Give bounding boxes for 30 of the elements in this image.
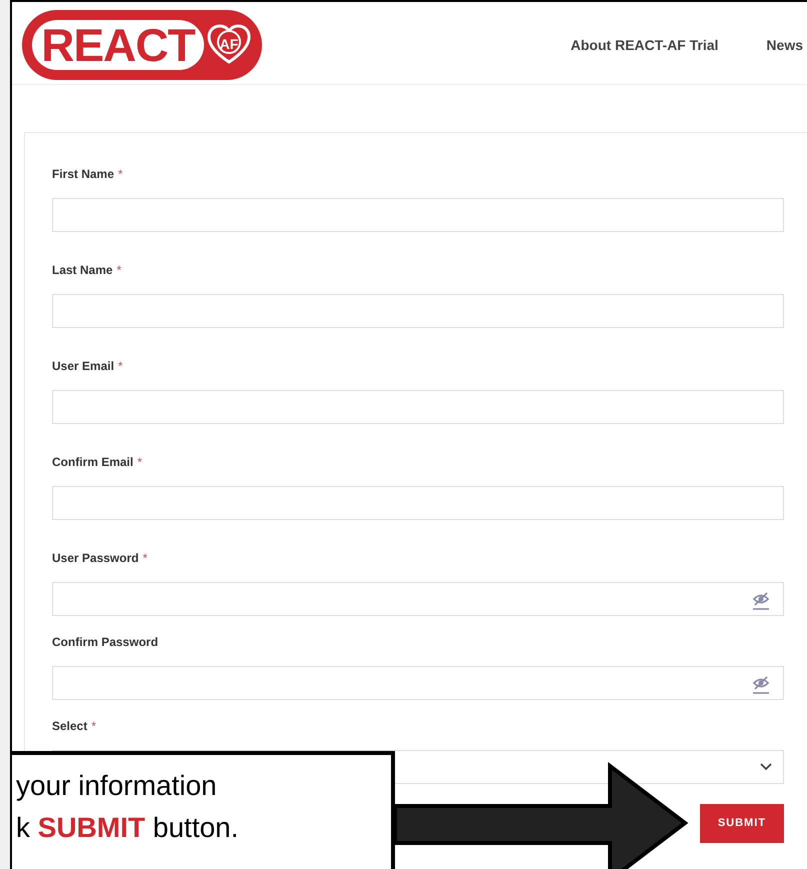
callout-text: your information xyxy=(16,769,218,803)
hide-password-icon[interactable] xyxy=(751,590,771,610)
field-label: Confirm Password xyxy=(52,634,158,651)
logo-label: AF xyxy=(218,36,240,52)
field-label: Select xyxy=(52,718,88,735)
password-field[interactable] xyxy=(52,666,784,700)
field-label: First Name xyxy=(52,166,114,183)
required-mark: * xyxy=(118,358,123,375)
required-mark: * xyxy=(142,550,148,567)
input-field[interactable] xyxy=(52,390,784,424)
callout-text: k SUBMIT button. xyxy=(16,811,240,845)
field-label: User Password xyxy=(52,550,139,567)
field-label: Confirm Email xyxy=(52,454,134,471)
chevron-down-icon xyxy=(759,762,773,772)
required-mark: * xyxy=(118,166,123,183)
field-label: Last Name xyxy=(52,262,113,279)
password-field[interactable] xyxy=(52,582,784,616)
required-mark: * xyxy=(137,454,142,471)
required-mark: * xyxy=(116,262,122,279)
field-label: User Email xyxy=(52,358,114,375)
logo-text: REACT xyxy=(32,20,204,70)
nav-link[interactable]: News xyxy=(766,34,803,56)
input-field[interactable] xyxy=(52,294,784,328)
required-mark: * xyxy=(91,718,96,735)
hide-password-icon[interactable] xyxy=(751,674,771,694)
logo[interactable]: REACT AF xyxy=(22,10,262,80)
submit-button[interactable]: SUBMIT xyxy=(700,804,784,842)
input-field[interactable] xyxy=(52,198,784,232)
input-field[interactable] xyxy=(52,486,784,520)
nav-link[interactable]: About REACT-AF Trial xyxy=(570,34,718,56)
